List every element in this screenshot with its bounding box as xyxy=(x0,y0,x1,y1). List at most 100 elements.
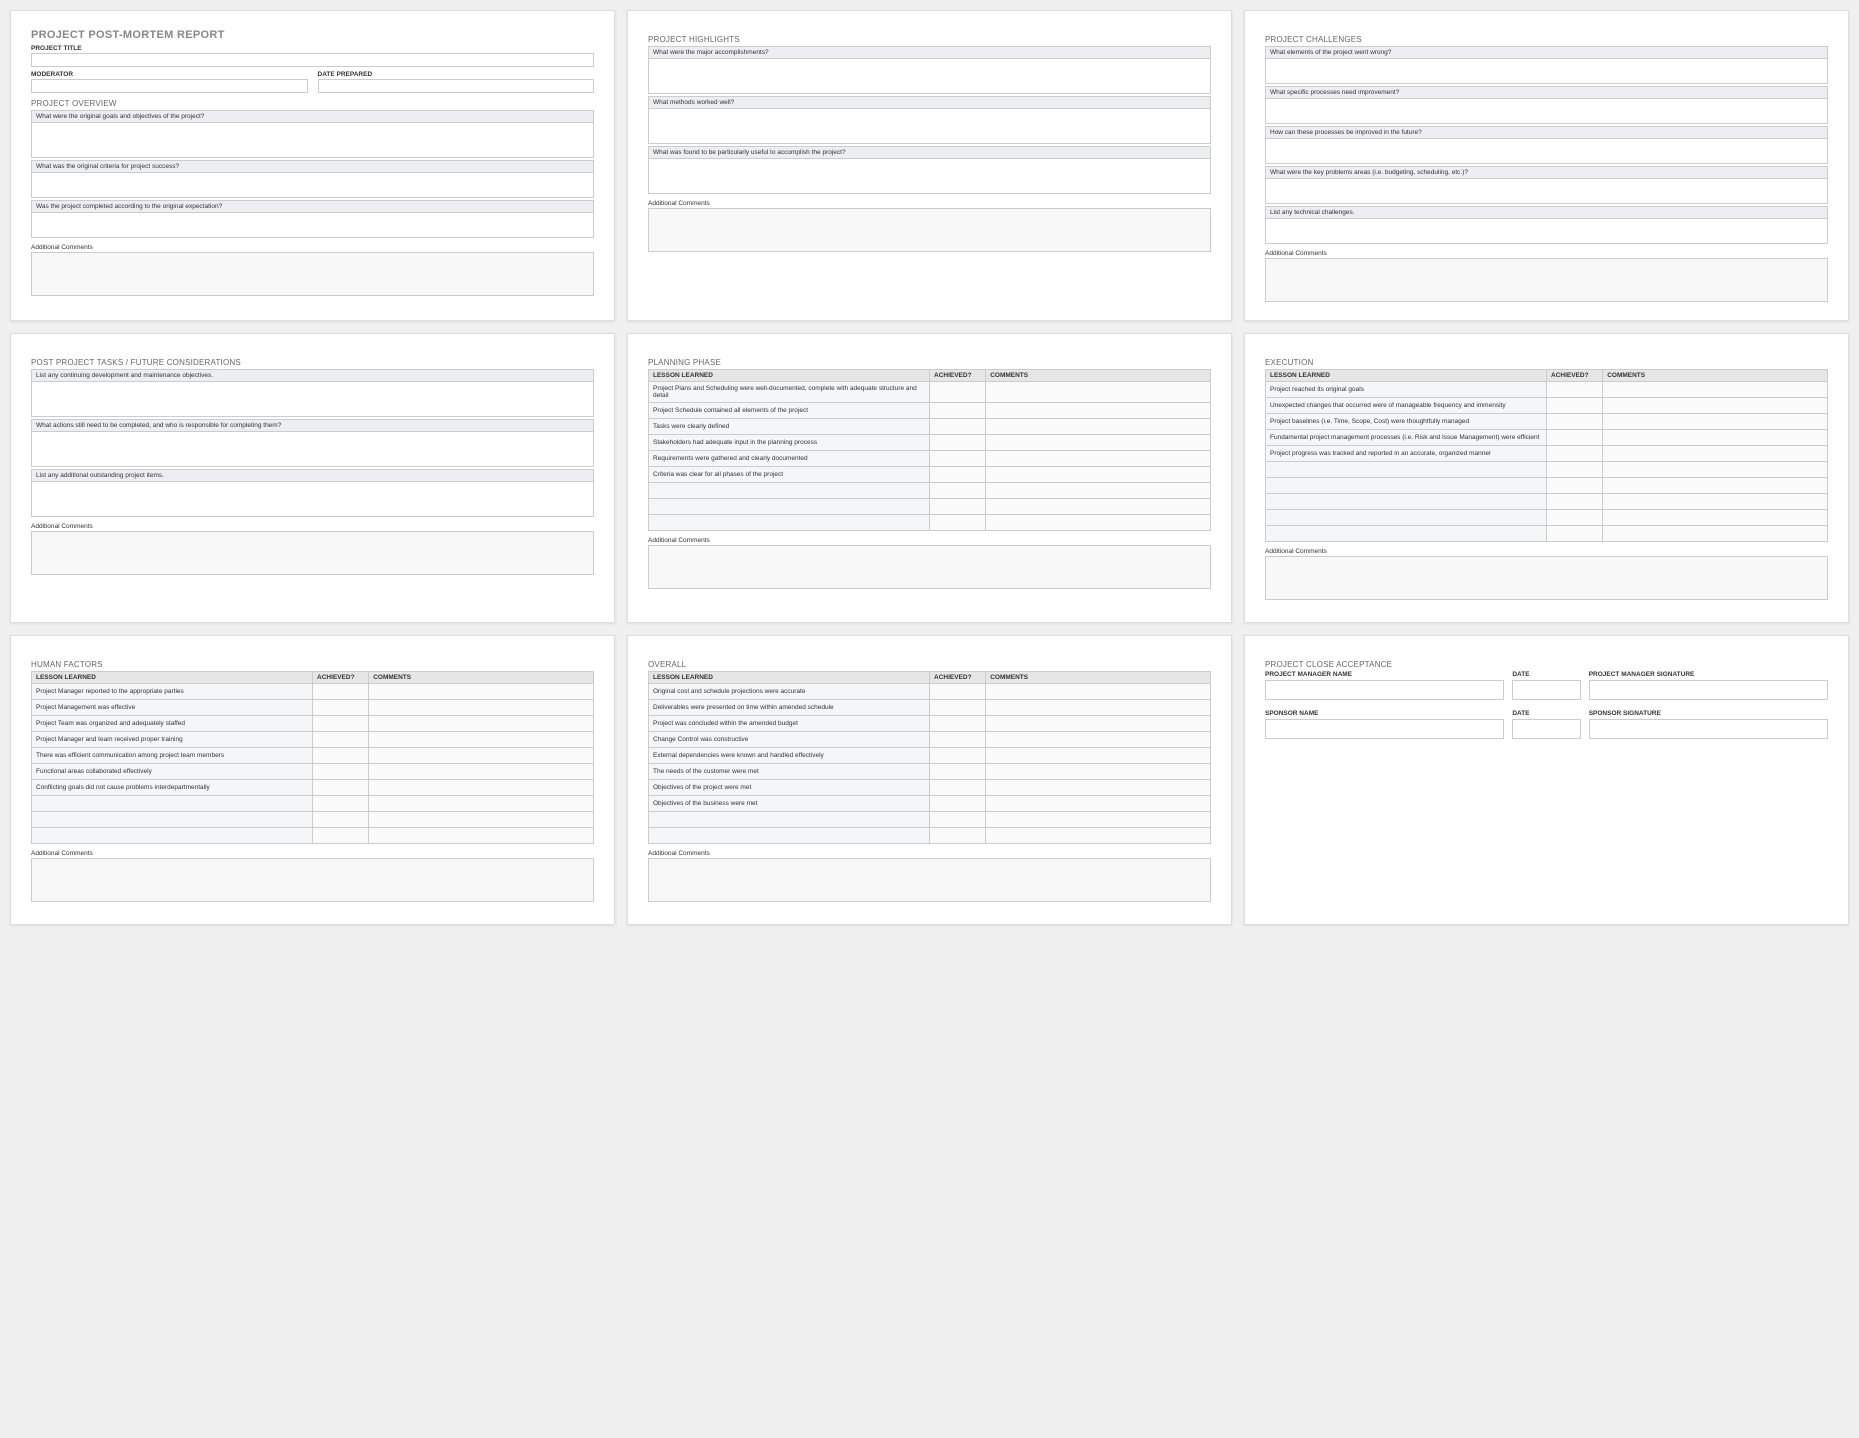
comments-cell[interactable] xyxy=(369,796,594,812)
comments-cell[interactable] xyxy=(1603,446,1828,462)
comments-cell[interactable] xyxy=(986,499,1211,515)
comments-cell[interactable] xyxy=(1603,462,1828,478)
challenges-a1[interactable] xyxy=(1265,58,1828,84)
overview-comments-box[interactable] xyxy=(31,252,594,296)
achieved-cell[interactable] xyxy=(930,515,986,531)
comments-cell[interactable] xyxy=(1603,526,1828,542)
achieved-cell[interactable] xyxy=(930,828,986,844)
comments-cell[interactable] xyxy=(369,716,594,732)
comments-cell[interactable] xyxy=(986,828,1211,844)
achieved-cell[interactable] xyxy=(1547,526,1603,542)
achieved-cell[interactable] xyxy=(930,812,986,828)
comments-cell[interactable] xyxy=(986,700,1211,716)
achieved-cell[interactable] xyxy=(1547,446,1603,462)
achieved-cell[interactable] xyxy=(1547,414,1603,430)
overall-comments-box[interactable] xyxy=(648,858,1211,902)
achieved-cell[interactable] xyxy=(313,748,369,764)
comments-cell[interactable] xyxy=(986,382,1211,403)
posttasks-a1[interactable] xyxy=(31,381,594,417)
achieved-cell[interactable] xyxy=(930,467,986,483)
achieved-cell[interactable] xyxy=(313,796,369,812)
comments-cell[interactable] xyxy=(986,451,1211,467)
achieved-cell[interactable] xyxy=(930,483,986,499)
challenges-a5[interactable] xyxy=(1265,218,1828,244)
achieved-cell[interactable] xyxy=(1547,398,1603,414)
posttasks-comments-box[interactable] xyxy=(31,531,594,575)
comments-cell[interactable] xyxy=(986,716,1211,732)
achieved-cell[interactable] xyxy=(930,451,986,467)
achieved-cell[interactable] xyxy=(313,780,369,796)
comments-cell[interactable] xyxy=(1603,382,1828,398)
comments-cell[interactable] xyxy=(986,748,1211,764)
date-prepared-input[interactable] xyxy=(318,79,595,93)
achieved-cell[interactable] xyxy=(930,732,986,748)
sponsor-sig-input[interactable] xyxy=(1589,719,1828,739)
comments-cell[interactable] xyxy=(1603,510,1828,526)
pm-name-input[interactable] xyxy=(1265,680,1504,700)
achieved-cell[interactable] xyxy=(313,700,369,716)
achieved-cell[interactable] xyxy=(1547,494,1603,510)
comments-cell[interactable] xyxy=(1603,398,1828,414)
challenges-a2[interactable] xyxy=(1265,98,1828,124)
sponsor-date-input[interactable] xyxy=(1512,719,1580,739)
challenges-a4[interactable] xyxy=(1265,178,1828,204)
highlights-a3[interactable] xyxy=(648,158,1211,194)
achieved-cell[interactable] xyxy=(1547,510,1603,526)
pm-sig-input[interactable] xyxy=(1589,680,1828,700)
overview-a1[interactable] xyxy=(31,122,594,158)
comments-cell[interactable] xyxy=(1603,478,1828,494)
comments-cell[interactable] xyxy=(986,764,1211,780)
overview-a3[interactable] xyxy=(31,212,594,238)
project-title-input[interactable] xyxy=(31,53,594,67)
highlights-a1[interactable] xyxy=(648,58,1211,94)
achieved-cell[interactable] xyxy=(313,732,369,748)
achieved-cell[interactable] xyxy=(1547,478,1603,494)
highlights-a2[interactable] xyxy=(648,108,1211,144)
achieved-cell[interactable] xyxy=(930,435,986,451)
comments-cell[interactable] xyxy=(1603,414,1828,430)
achieved-cell[interactable] xyxy=(930,499,986,515)
comments-cell[interactable] xyxy=(986,435,1211,451)
comments-cell[interactable] xyxy=(986,796,1211,812)
comments-cell[interactable] xyxy=(369,732,594,748)
achieved-cell[interactable] xyxy=(313,764,369,780)
achieved-cell[interactable] xyxy=(313,812,369,828)
planning-comments-box[interactable] xyxy=(648,545,1211,589)
challenges-a3[interactable] xyxy=(1265,138,1828,164)
moderator-input[interactable] xyxy=(31,79,308,93)
comments-cell[interactable] xyxy=(986,812,1211,828)
achieved-cell[interactable] xyxy=(930,796,986,812)
comments-cell[interactable] xyxy=(369,828,594,844)
comments-cell[interactable] xyxy=(1603,494,1828,510)
posttasks-a3[interactable] xyxy=(31,481,594,517)
comments-cell[interactable] xyxy=(986,467,1211,483)
achieved-cell[interactable] xyxy=(313,828,369,844)
comments-cell[interactable] xyxy=(369,748,594,764)
achieved-cell[interactable] xyxy=(930,748,986,764)
achieved-cell[interactable] xyxy=(313,684,369,700)
comments-cell[interactable] xyxy=(369,684,594,700)
achieved-cell[interactable] xyxy=(930,764,986,780)
sponsor-name-input[interactable] xyxy=(1265,719,1504,739)
posttasks-a2[interactable] xyxy=(31,431,594,467)
achieved-cell[interactable] xyxy=(1547,382,1603,398)
comments-cell[interactable] xyxy=(986,732,1211,748)
comments-cell[interactable] xyxy=(986,483,1211,499)
comments-cell[interactable] xyxy=(986,684,1211,700)
achieved-cell[interactable] xyxy=(1547,462,1603,478)
challenges-comments-box[interactable] xyxy=(1265,258,1828,302)
comments-cell[interactable] xyxy=(369,812,594,828)
achieved-cell[interactable] xyxy=(930,382,986,403)
highlights-comments-box[interactable] xyxy=(648,208,1211,252)
comments-cell[interactable] xyxy=(369,780,594,796)
achieved-cell[interactable] xyxy=(930,780,986,796)
achieved-cell[interactable] xyxy=(930,700,986,716)
achieved-cell[interactable] xyxy=(930,419,986,435)
achieved-cell[interactable] xyxy=(930,684,986,700)
achieved-cell[interactable] xyxy=(930,716,986,732)
comments-cell[interactable] xyxy=(986,515,1211,531)
comments-cell[interactable] xyxy=(986,419,1211,435)
achieved-cell[interactable] xyxy=(930,403,986,419)
achieved-cell[interactable] xyxy=(313,716,369,732)
execution-comments-box[interactable] xyxy=(1265,556,1828,600)
